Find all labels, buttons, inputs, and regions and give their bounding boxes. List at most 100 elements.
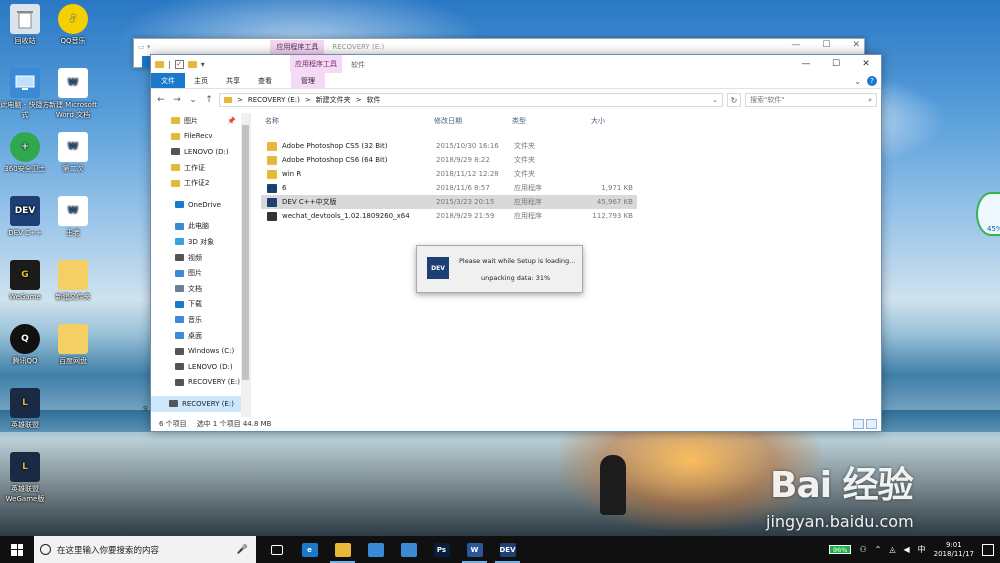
taskbar-app-button[interactable]: Ps (425, 536, 458, 563)
taskbar-search-box[interactable]: 在这里输入你要搜索的内容 🎤 (34, 536, 256, 563)
nav-item[interactable]: OneDrive (151, 197, 250, 213)
navigation-pane[interactable]: 📌 图片 FileRecv LENOVO (D:) 工作证 工作证2 OneDrive 此电… (151, 113, 251, 417)
desktop-icon-qq-music[interactable]: ♪ QQ音乐 (48, 4, 98, 46)
taskbar-app-button[interactable]: e (293, 536, 326, 563)
large-icons-view-icon[interactable] (866, 419, 877, 429)
recent-locations-icon[interactable]: ⌄ (187, 95, 199, 105)
column-date[interactable]: 修改日期 (434, 116, 462, 126)
nav-scrollbar[interactable] (241, 113, 250, 417)
desktop-icon-word-doc-2[interactable]: W 第二次 (48, 132, 98, 174)
back-context-tab[interactable]: 应用程序工具 (270, 40, 325, 54)
column-type[interactable]: 类型 (512, 116, 526, 126)
maximize-icon[interactable]: ☐ (822, 40, 830, 50)
file-row[interactable]: DEV C++中文版 2015/3/23 20:15 应用程序 45,967 KB (261, 195, 637, 209)
breadcrumb-folder[interactable]: 新建文件夹 (316, 95, 351, 105)
forward-arrow-icon[interactable]: → (171, 95, 183, 105)
desktop-icon-lol-wegame[interactable]: L 英雄联盟 WeGame版 (0, 452, 50, 504)
minimize-button[interactable]: — (791, 55, 821, 73)
taskbar-app-button[interactable] (326, 536, 359, 563)
taskbar-app-button[interactable] (260, 536, 293, 563)
tab-file[interactable]: 文件 (151, 73, 185, 88)
address-bar[interactable]: > RECOVERY (E:) > 新建文件夹 > 软件 ⌄ (219, 93, 723, 107)
file-row[interactable]: win R 2018/11/12 12:28 文件夹 (261, 167, 637, 181)
desktop-icon-word-doc-3[interactable]: W 王老 (48, 196, 98, 238)
column-size[interactable]: 大小 (591, 116, 605, 126)
volume-icon[interactable]: ◀ (903, 545, 909, 554)
nav-item[interactable]: 桌面 (151, 328, 250, 344)
pin-icon[interactable]: 📌 (227, 117, 236, 125)
nav-item[interactable]: LENOVO (D:) (151, 144, 250, 160)
back-arrow-icon[interactable]: ← (155, 95, 167, 105)
desktop-icon-recycle-bin[interactable]: 回收站 (0, 4, 50, 46)
desktop-icon-lol[interactable]: L 英雄联盟 (0, 388, 50, 430)
nav-item[interactable]: RECOVERY (E:) (151, 396, 250, 412)
floating-speed-widget[interactable]: 45% (976, 192, 1000, 236)
tab-manage[interactable]: 管理 (291, 73, 325, 88)
refresh-button[interactable]: ↻ (727, 93, 741, 107)
nav-item[interactable]: 工作证 (151, 160, 250, 176)
clock[interactable]: 9:01 2018/11/17 (934, 541, 974, 559)
taskbar-app-button[interactable]: W (458, 536, 491, 563)
customize-toolbar-icon[interactable]: ▾ (201, 60, 205, 69)
file-row[interactable]: Adobe Photoshop CS5 (32 Bit) 2015/10/30 1… (261, 139, 637, 153)
new-folder-icon[interactable] (187, 60, 197, 68)
nav-item[interactable]: 视频 (151, 250, 250, 266)
file-row[interactable]: Adobe Photoshop CS6 (64 Bit) 2018/9/29 8:… (261, 153, 637, 167)
nav-item[interactable]: 此电脑 (151, 219, 250, 235)
action-center-icon[interactable] (982, 543, 994, 556)
desktop-icon-wegame[interactable]: G WeGame (0, 260, 50, 302)
desktop-icon-folder-1[interactable]: 新建文件夹 (48, 260, 98, 302)
show-hidden-icons[interactable]: ⌃ (875, 545, 882, 554)
title-bar[interactable]: | ✓ ▾ 应用程序工具 软件 — ☐ ✕ (151, 55, 881, 73)
nav-item[interactable]: 3D 对象 (151, 234, 250, 250)
maximize-button[interactable]: ☐ (821, 55, 851, 73)
up-arrow-icon[interactable]: ↑ (203, 95, 215, 105)
desktop-icon-dev-cpp[interactable]: DEV DEV C++ (0, 196, 50, 238)
start-button[interactable] (0, 536, 34, 563)
context-tab-app-tools[interactable]: 应用程序工具 (290, 55, 342, 73)
network-icon[interactable]: ◬ (889, 545, 895, 554)
file-row[interactable]: wechat_devtools_1.02.1809260_x64 2018/9/2… (261, 209, 637, 223)
search-input[interactable]: 搜索"软件" ⌕ (745, 93, 877, 107)
scrollbar-thumb[interactable] (242, 125, 249, 380)
close-button[interactable]: ✕ (851, 55, 881, 73)
properties-icon[interactable]: ✓ (174, 59, 184, 69)
nav-item[interactable]: Windows (C:) (151, 343, 250, 359)
desktop-icon-360[interactable]: + 360安全卫士 (0, 132, 50, 174)
input-method-icon[interactable]: 中 (918, 544, 926, 555)
file-row[interactable]: 6 2018/11/6 8:57 应用程序 1,971 KB (261, 181, 637, 195)
battery-indicator[interactable]: 96% (829, 545, 852, 554)
breadcrumb-current[interactable]: 软件 (367, 95, 381, 105)
nav-item[interactable]: 下载 (151, 297, 250, 313)
details-view-icon[interactable] (853, 419, 864, 429)
desktop-icon-folder-2[interactable]: 百度网盘 (48, 324, 98, 366)
address-dropdown-icon[interactable]: ⌄ (712, 96, 718, 104)
nav-item[interactable]: 工作证2 (151, 175, 250, 191)
nav-item[interactable]: RECOVERY (E:) (151, 375, 250, 391)
desktop-icon-computer[interactable]: 此电脑 - 快捷方式 (0, 68, 50, 120)
tab-home[interactable]: 主页 (185, 73, 217, 88)
expand-ribbon-icon[interactable]: ⌄ (854, 77, 861, 86)
desktop-icon-qq[interactable]: Q 腾讯QQ (0, 324, 50, 366)
people-icon[interactable]: ⚇ (859, 545, 866, 554)
microphone-icon[interactable]: 🎤 (237, 545, 248, 555)
minimize-icon[interactable]: — (791, 40, 800, 50)
quick-access-toolbar[interactable]: ▭ ▾ (138, 43, 150, 51)
desktop-icon-word-doc-1[interactable]: W 新建 Microsoft Word 文档 (48, 68, 98, 120)
breadcrumb-drive[interactable]: RECOVERY (E:) (248, 96, 300, 104)
explorer-window[interactable]: | ✓ ▾ 应用程序工具 软件 — ☐ ✕ 文件 主页 共享 查看 管理 ⌄ ?… (143, 54, 882, 432)
nav-item[interactable]: 文档 (151, 281, 250, 297)
quick-access-toolbar[interactable]: | ✓ ▾ (155, 59, 205, 69)
help-icon[interactable]: ? (867, 76, 877, 86)
taskbar-app-button[interactable]: DEV (491, 536, 524, 563)
taskbar-app-button[interactable] (359, 536, 392, 563)
tab-share[interactable]: 共享 (217, 73, 249, 88)
close-icon[interactable]: ✕ (852, 40, 860, 50)
nav-item[interactable]: 音乐 (151, 312, 250, 328)
nav-item[interactable]: LENOVO (D:) (151, 359, 250, 375)
nav-item[interactable]: 图片 (151, 265, 250, 281)
column-name[interactable]: 名称 (265, 116, 279, 126)
nav-item[interactable]: FileRecv (151, 129, 250, 145)
taskbar-app-button[interactable] (392, 536, 425, 563)
tab-view[interactable]: 查看 (249, 73, 281, 88)
